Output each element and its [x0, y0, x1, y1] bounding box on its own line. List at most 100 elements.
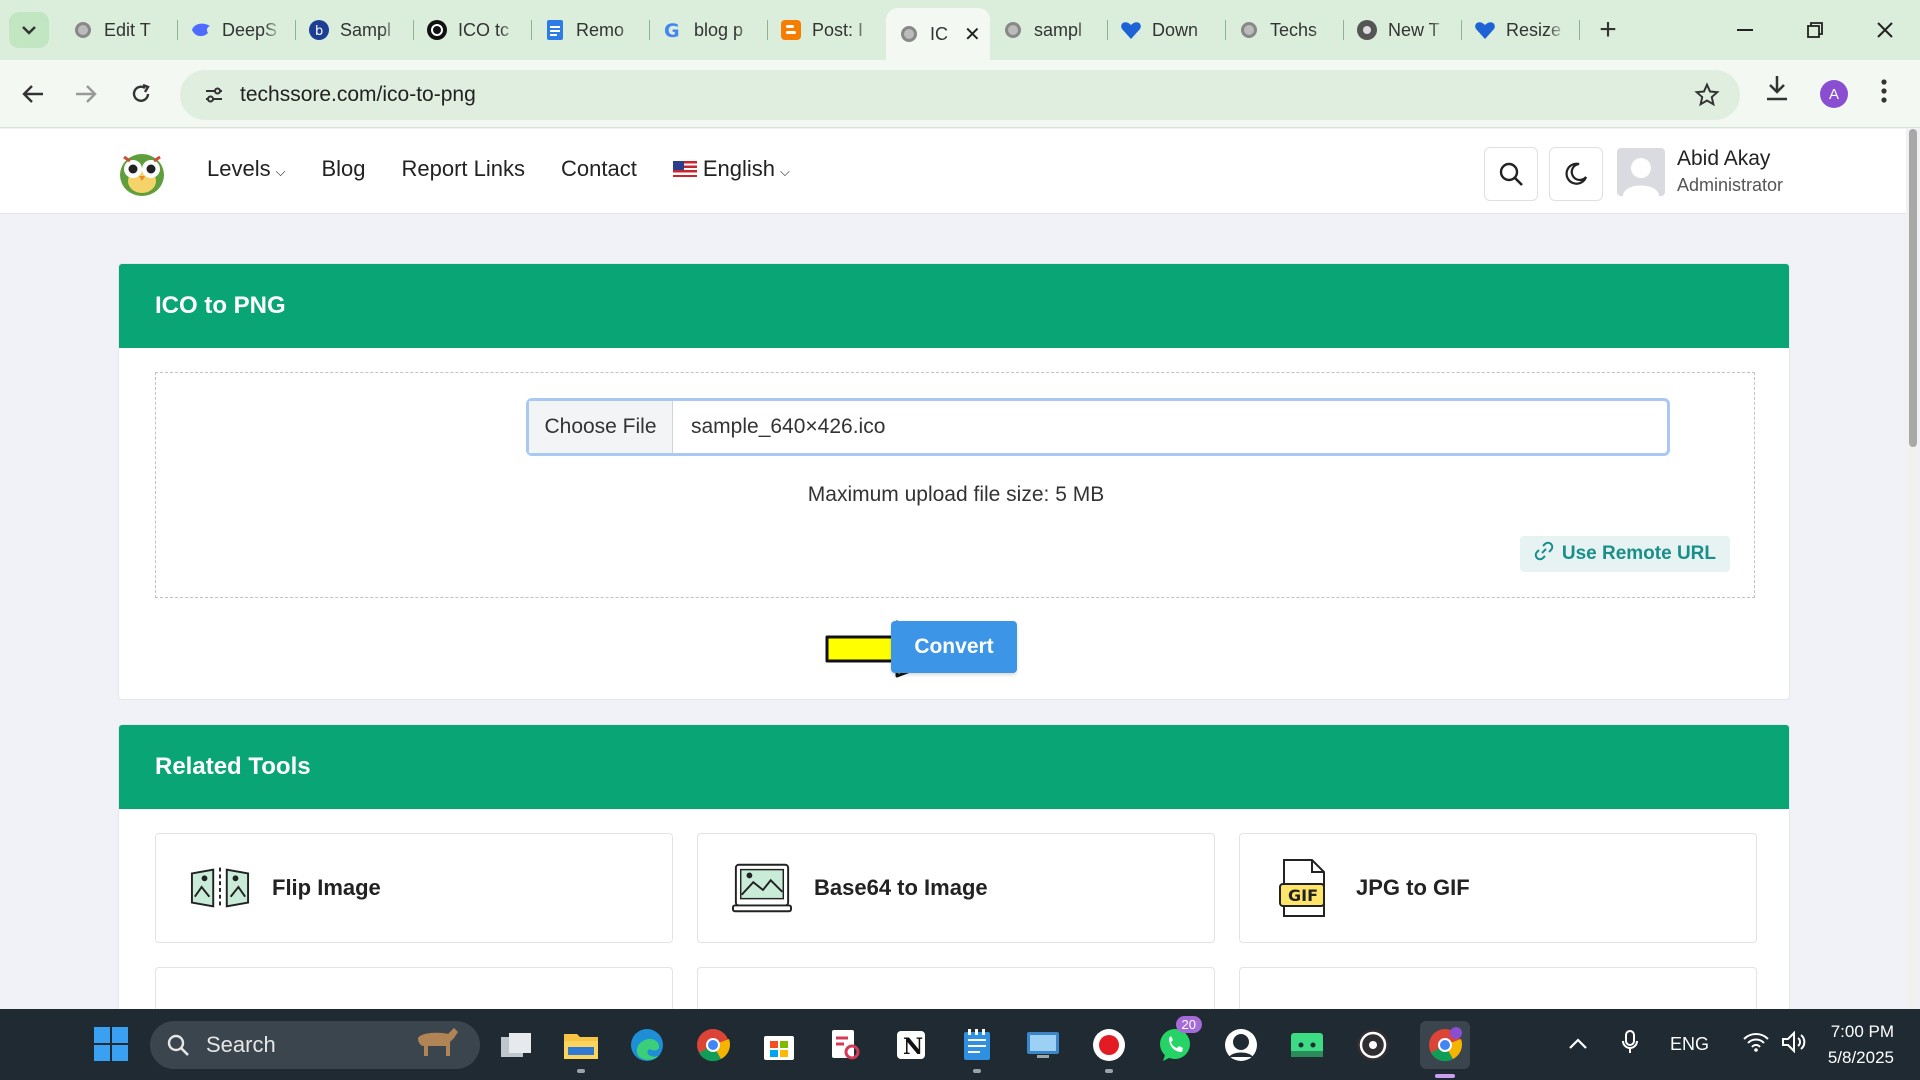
system-tray: ENG — [1568, 1009, 1807, 1080]
site-logo[interactable] — [118, 149, 166, 197]
notepad-icon[interactable] — [958, 1026, 996, 1073]
reload-button[interactable] — [121, 74, 161, 114]
chevron-up-icon[interactable] — [1568, 1034, 1588, 1055]
window-controls — [1710, 0, 1920, 60]
remote-url-button[interactable]: Use Remote URL — [1519, 536, 1730, 572]
user-menu[interactable]: Abid Akay Administrator — [1617, 147, 1783, 196]
task-view-icon[interactable] — [497, 1026, 535, 1064]
tab-label: New T — [1388, 19, 1440, 40]
chrome-profile-icon[interactable] — [1420, 1021, 1470, 1078]
downloads-button[interactable] — [1764, 74, 1790, 107]
record-icon[interactable] — [1090, 1026, 1128, 1073]
tab-resize[interactable]: Resize — [1462, 8, 1580, 52]
profile-avatar: A — [1820, 80, 1848, 108]
convert-button[interactable]: Convert — [891, 621, 1017, 673]
tab-sample[interactable]: b Sampl — [296, 8, 414, 52]
tab-post[interactable]: Post: I — [768, 8, 886, 52]
base64-image-icon — [732, 858, 792, 918]
tab-download[interactable]: Down — [1108, 8, 1226, 52]
taskbar-search[interactable]: Search — [150, 1021, 480, 1069]
globe-icon — [72, 19, 94, 41]
nav-blog[interactable]: Blog — [321, 156, 365, 182]
globe-icon — [1238, 19, 1260, 41]
language-indicator[interactable]: ENG — [1670, 1034, 1709, 1055]
deepseek-icon — [190, 19, 212, 41]
tab-label: IC — [930, 23, 948, 44]
tab-remove[interactable]: Remo — [532, 8, 650, 52]
tool-card-partial[interactable] — [155, 967, 673, 1009]
owl-logo-icon — [120, 154, 164, 196]
snipping-tool-icon[interactable] — [826, 1026, 864, 1064]
upload-dropzone[interactable]: Choose File sample_640×426.ico Maximum u… — [155, 372, 1755, 598]
taskbar-clock[interactable]: 7:00 PM 5/8/2025 — [1828, 1019, 1894, 1071]
chevron-down-icon: ⌵ — [275, 164, 286, 179]
page-scrollbar[interactable] — [1906, 129, 1920, 1009]
chrome-icon[interactable] — [694, 1026, 732, 1064]
svg-text:b: b — [315, 24, 323, 39]
start-button[interactable] — [92, 1025, 130, 1063]
web-page: Levels ⌵ Blog Report Links Contact Englis… — [0, 129, 1906, 1009]
camera-app-icon[interactable] — [1222, 1026, 1260, 1064]
close-tab-icon[interactable]: ✕ — [964, 22, 981, 47]
file-explorer-icon[interactable] — [562, 1026, 600, 1073]
notion-icon[interactable]: N — [892, 1026, 930, 1064]
nav-levels[interactable]: Levels ⌵ — [207, 156, 285, 182]
edge-icon[interactable] — [628, 1026, 666, 1064]
volume-icon[interactable] — [1781, 1030, 1807, 1058]
docs-icon — [544, 19, 566, 41]
microphone-icon[interactable] — [1622, 1030, 1638, 1059]
reload-icon — [132, 83, 150, 102]
microsoft-store-icon[interactable] — [760, 1026, 798, 1064]
tool-jpg-to-gif[interactable]: GIF JPG to GIF — [1239, 833, 1757, 943]
windows-taskbar: Search N 20 ENG 7:00 PM 5/8/2025 — [0, 1009, 1920, 1080]
tab-blog[interactable]: G blog p — [650, 8, 768, 52]
tool-card-partial[interactable] — [697, 967, 1215, 1009]
restore-button[interactable] — [1780, 0, 1850, 60]
tab-label: Techs — [1270, 19, 1318, 40]
tool-flip-image[interactable]: Flip Image — [155, 833, 673, 943]
globe-icon — [898, 23, 920, 45]
nav-contact[interactable]: Contact — [561, 156, 637, 182]
tab-techs[interactable]: Techs — [1226, 8, 1344, 52]
remote-desktop-icon[interactable] — [1024, 1026, 1062, 1064]
forward-button[interactable] — [66, 74, 106, 114]
tab-sample2[interactable]: sampl — [990, 8, 1108, 52]
tool-card-partial[interactable] — [1239, 967, 1757, 1009]
dark-mode-toggle[interactable] — [1549, 147, 1603, 201]
user-role: Administrator — [1677, 175, 1784, 195]
browser-menu-button[interactable] — [1880, 78, 1888, 109]
bookmark-star-icon[interactable] — [1694, 82, 1720, 113]
tool-label: Flip Image — [272, 875, 381, 900]
svg-text:N: N — [903, 1034, 923, 1060]
minimize-button[interactable] — [1710, 0, 1780, 60]
tab-deepseek[interactable]: DeepS — [178, 8, 296, 52]
site-info-icon[interactable] — [188, 70, 240, 120]
file-input[interactable]: Choose File sample_640×426.ico — [526, 398, 1670, 456]
running-indicator — [973, 1069, 981, 1073]
openai-icon — [426, 19, 448, 41]
tab-label: sampl — [1034, 19, 1083, 40]
back-button[interactable] — [13, 74, 53, 114]
whatsapp-icon[interactable]: 20 — [1156, 1016, 1202, 1064]
tab-new[interactable]: New T — [1344, 8, 1462, 52]
address-bar[interactable]: techssore.com/ico-to-png — [180, 70, 1740, 120]
choose-file-button[interactable]: Choose File — [529, 401, 673, 453]
scrollbar-thumb[interactable] — [1909, 129, 1917, 447]
search-button[interactable] — [1484, 147, 1538, 201]
nav-language[interactable]: English ⌵ — [672, 156, 790, 182]
nav-report-links[interactable]: Report Links — [402, 156, 526, 182]
tab-search-button[interactable] — [9, 12, 49, 48]
url-text: techssore.com/ico-to-png — [240, 83, 476, 106]
obs-icon[interactable] — [1354, 1026, 1392, 1064]
tab-ico[interactable]: ICO tc — [414, 8, 532, 52]
tab-active[interactable]: IC ✕ — [886, 8, 990, 60]
horse-icon — [410, 1024, 462, 1066]
wifi-icon[interactable] — [1743, 1032, 1769, 1057]
close-window-button[interactable] — [1850, 0, 1920, 60]
whatsapp-badge: 20 — [1175, 1016, 1202, 1033]
new-tab-button[interactable]: + — [1586, 8, 1630, 52]
tab-edit[interactable]: Edit T — [60, 8, 178, 52]
android-studio-icon[interactable] — [1288, 1026, 1326, 1064]
profile-button[interactable]: A — [1820, 80, 1848, 108]
tool-base64-to-image[interactable]: Base64 to Image — [697, 833, 1215, 943]
